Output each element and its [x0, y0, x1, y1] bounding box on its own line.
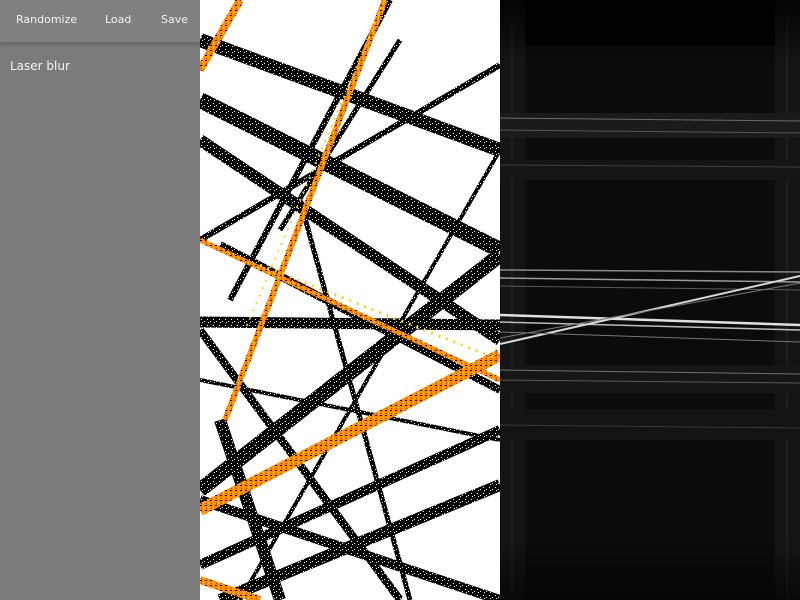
save-button[interactable]: Save — [161, 0, 188, 42]
source-image — [200, 0, 500, 600]
filter-name-label: Laser blur — [10, 59, 70, 73]
load-button[interactable]: Load — [105, 0, 131, 42]
filtered-result-canvas — [500, 0, 800, 600]
filtered-result-image — [500, 0, 800, 600]
toolbar: Randomize Load Save — [0, 0, 200, 43]
randomize-button[interactable]: Randomize — [16, 0, 77, 42]
sidebar: Randomize Load Save Laser blur — [0, 0, 200, 600]
source-image-canvas — [200, 0, 500, 600]
